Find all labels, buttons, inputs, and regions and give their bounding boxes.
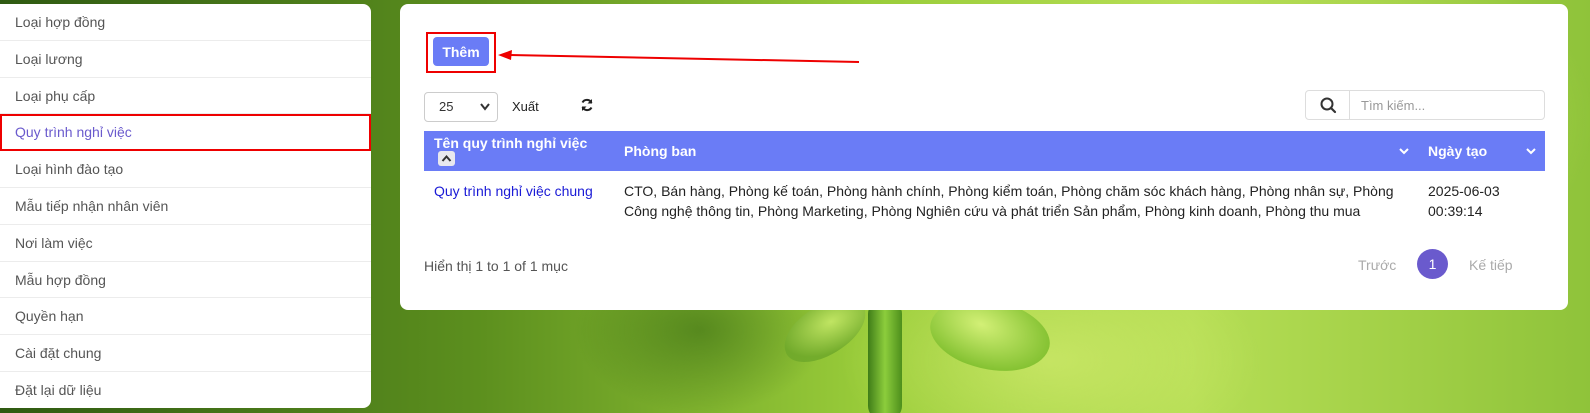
search-icon[interactable] <box>1306 91 1350 119</box>
sidebar-item-contract-type[interactable]: Loại hợp đồng <box>0 4 371 41</box>
settings-sidebar: Loại hợp đồng Loại lương Loại phụ cấp Qu… <box>0 4 371 408</box>
process-name-link[interactable]: Quy trình nghỉ việc chung <box>434 183 593 199</box>
pagination-next-button[interactable]: Kế tiếp <box>1469 257 1513 273</box>
search-box <box>1305 90 1545 120</box>
chevron-down-icon <box>479 93 491 132</box>
annotation-arrow <box>498 50 860 63</box>
pagination-info: Hiển thị 1 to 1 of 1 mục <box>424 258 568 274</box>
cell-name: Quy trình nghỉ việc chung <box>424 171 614 235</box>
add-button-highlight: Thêm <box>426 32 496 73</box>
sidebar-item-resignation-process[interactable]: Quy trình nghỉ việc <box>0 114 371 152</box>
chevron-down-icon <box>1398 144 1410 160</box>
sidebar-item-reset-data[interactable]: Đặt lại dữ liệu <box>0 372 371 408</box>
resignation-process-table: Tên quy trình nghỉ việc Phòng ban Ngày t… <box>424 131 1545 235</box>
sidebar-item-onboarding-template[interactable]: Mẫu tiếp nhận nhân viên <box>0 188 371 225</box>
created-time: 00:39:14 <box>1428 203 1483 219</box>
table-header-row: Tên quy trình nghỉ việc Phòng ban Ngày t… <box>424 131 1545 171</box>
sidebar-item-salary-type[interactable]: Loại lương <box>0 41 371 78</box>
page-size-select[interactable]: 25 <box>424 92 498 122</box>
table-row: Quy trình nghỉ việc chung CTO, Bán hàng,… <box>424 171 1545 235</box>
sidebar-item-allowance-type[interactable]: Loại phụ cấp <box>0 78 371 115</box>
sidebar-item-contract-template[interactable]: Mẫu hợp đồng <box>0 262 371 299</box>
cell-departments: CTO, Bán hàng, Phòng kế toán, Phòng hành… <box>624 183 1394 219</box>
column-header-created-date[interactable]: Ngày tạo <box>1418 131 1545 171</box>
pagination-prev-button[interactable]: Trước <box>1358 257 1396 273</box>
add-button[interactable]: Thêm <box>433 37 489 66</box>
column-header-label: Ngày tạo <box>1428 143 1488 159</box>
sidebar-item-permissions[interactable]: Quyền hạn <box>0 298 371 336</box>
chevron-down-icon <box>1525 144 1537 160</box>
pagination-page-button[interactable]: 1 <box>1417 249 1448 279</box>
sidebar-item-workplace[interactable]: Nơi làm việc <box>0 225 371 262</box>
page-size-value: 25 <box>439 99 454 114</box>
cell-created-date: 2025-06-03 00:39:14 <box>1418 171 1545 235</box>
sidebar-item-general-settings[interactable]: Cài đặt chung <box>0 335 371 372</box>
column-header-label: Phòng ban <box>624 143 697 159</box>
search-input[interactable] <box>1351 91 1541 119</box>
created-date: 2025-06-03 <box>1428 183 1500 199</box>
background-stem <box>868 300 902 413</box>
sort-ascending-icon[interactable] <box>438 151 455 167</box>
export-button[interactable]: Xuất <box>504 94 574 120</box>
refresh-icon[interactable] <box>580 98 594 112</box>
sidebar-item-training-type[interactable]: Loại hình đào tạo <box>0 151 371 188</box>
column-header-department[interactable]: Phòng ban <box>614 131 1418 171</box>
column-header-name[interactable]: Tên quy trình nghỉ việc <box>424 131 614 171</box>
column-header-label: Tên quy trình nghỉ việc <box>434 134 588 151</box>
